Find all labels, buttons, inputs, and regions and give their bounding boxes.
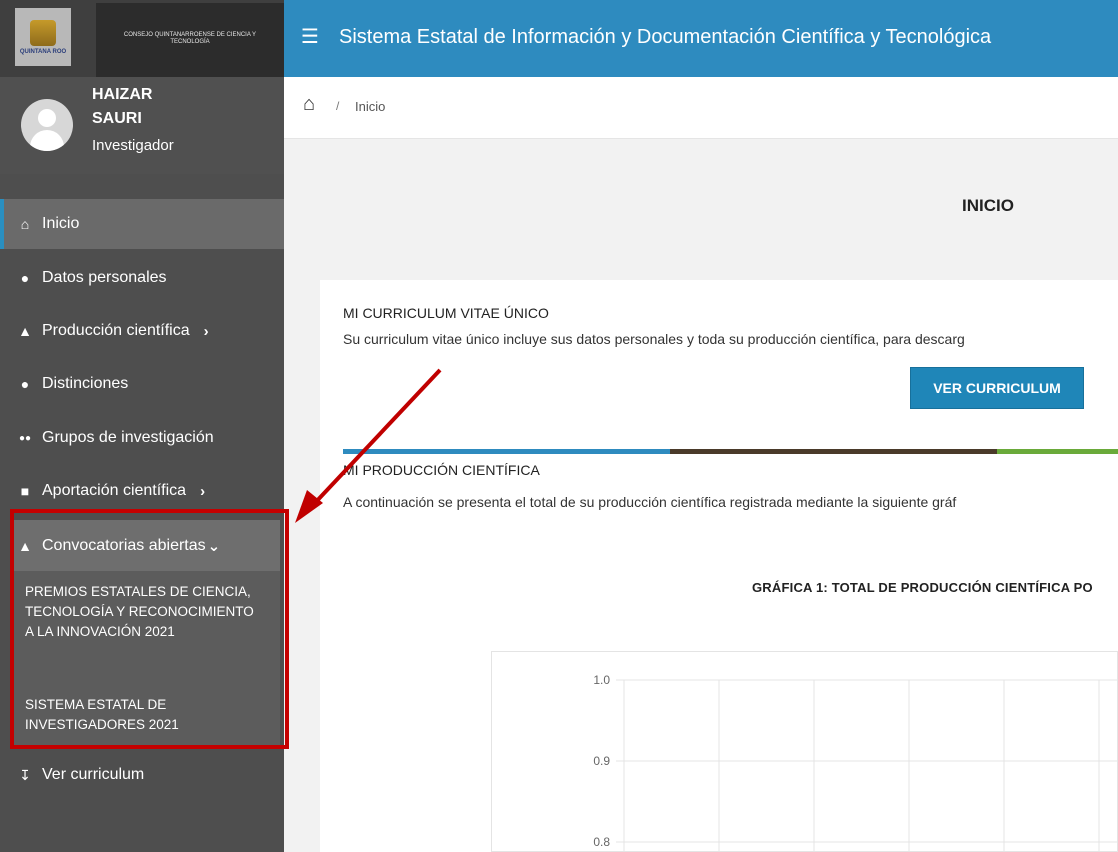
logo-text: QUINTANA ROO xyxy=(19,48,67,55)
sidebar-item-produccion-cientifica[interactable]: ▲ Producción científica › xyxy=(0,306,284,356)
user-first-name: HAIZAR xyxy=(92,86,153,103)
user-last-name: SAURI xyxy=(92,110,142,127)
award-icon: ● xyxy=(20,376,30,392)
breadcrumb-separator: / xyxy=(336,99,340,113)
sidebar-item-inicio[interactable]: ⌂ Inicio xyxy=(0,199,284,249)
sidebar-item-ver-curriculum[interactable]: ↧ Ver curriculum xyxy=(0,750,284,800)
sidebar-item-grupos-investigacion[interactable]: ●● Grupos de investigación xyxy=(0,413,284,463)
home-icon: ⌂ xyxy=(20,216,30,232)
y-tick-label: 0.9 xyxy=(593,754,610,768)
chevron-right-icon: › xyxy=(203,322,209,340)
organization-name: CONSEJO QUINTANARROENSE DE CIENCIA Y TEC… xyxy=(96,3,284,77)
cv-heading: MI CURRICULUM VITAE ÚNICO xyxy=(343,305,549,321)
user-role: Investigador xyxy=(92,137,174,154)
user-panel: HAIZAR SAURI Investigador xyxy=(0,77,284,174)
sidebar-item-datos-personales[interactable]: ● Datos personales xyxy=(0,253,284,303)
red-arrow-annotation xyxy=(295,368,442,523)
chart-container: 1.0 0.9 0.8 xyxy=(491,651,1118,852)
app-title: Sistema Estatal de Información y Documen… xyxy=(339,26,992,48)
flask-icon: ▲ xyxy=(18,323,32,339)
sidebar-item-label: Datos personales xyxy=(42,269,167,286)
brand-header: QUINTANA ROO CONSEJO QUINTANARROENSE DE … xyxy=(0,0,284,77)
page-title: INICIO xyxy=(962,196,1014,215)
top-navbar: ☰ Sistema Estatal de Información y Docum… xyxy=(284,0,1118,77)
user-icon: ● xyxy=(20,270,30,286)
chart-svg: 1.0 0.9 0.8 xyxy=(593,673,1118,852)
group-icon: ●● xyxy=(18,432,32,444)
brand-logo[interactable]: QUINTANA ROO xyxy=(15,8,71,66)
download-icon: ↧ xyxy=(19,766,31,783)
divider-brown xyxy=(670,449,997,454)
sidebar-item-label: Aportación científica xyxy=(42,482,187,499)
sidebar-item-label: Producción científica xyxy=(42,322,190,339)
sidebar-item-label: Ver curriculum xyxy=(42,766,145,783)
y-tick-label: 0.8 xyxy=(593,835,610,849)
y-tick-label: 1.0 xyxy=(593,673,610,687)
sidebar-item-label: Grupos de investigación xyxy=(42,429,214,446)
sidebar-item-label: Distinciones xyxy=(42,375,129,392)
chevron-right-icon: › xyxy=(200,482,206,500)
crest-icon xyxy=(30,19,56,46)
breadcrumb: ⌂ / Inicio xyxy=(284,77,1118,139)
home-icon[interactable]: ⌂ xyxy=(303,93,315,116)
breadcrumb-current: Inicio xyxy=(355,99,386,114)
view-curriculum-button[interactable]: VER CURRICULUM xyxy=(910,367,1084,409)
avatar xyxy=(21,99,73,151)
menu-icon[interactable]: ☰ xyxy=(301,24,319,49)
sidebar-item-distinciones[interactable]: ● Distinciones xyxy=(0,359,284,409)
chart-title: GRÁFICA 1: TOTAL DE PRODUCCIÓN CIENTÍFIC… xyxy=(752,580,1093,595)
highlight-annotation-box xyxy=(10,509,289,749)
sidebar-item-label: Inicio xyxy=(42,215,80,232)
book-icon: ■ xyxy=(20,483,30,499)
cv-description: Su curriculum vitae único incluye sus da… xyxy=(343,331,965,347)
divider-green xyxy=(997,449,1118,454)
